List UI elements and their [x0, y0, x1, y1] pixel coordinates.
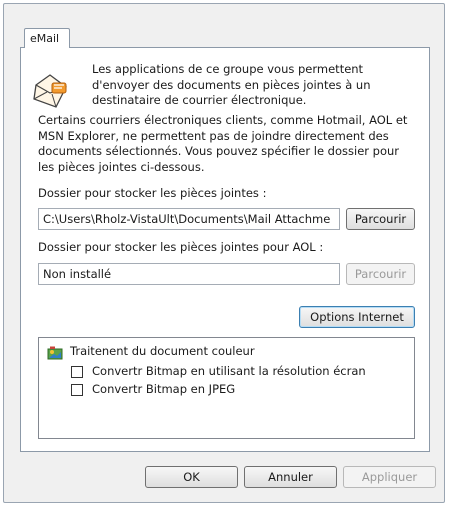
processing-title: Traitenent du document couleur: [70, 344, 255, 358]
description-text: Certains courriers électroniques clients…: [38, 113, 408, 174]
intro-text: Les applications de ce groupe vous perme…: [92, 62, 371, 107]
apply-button[interactable]: Appliquer: [343, 466, 436, 488]
attachments-folder-field[interactable]: C:\Users\Rholz-VistaUlt\Documents\Mail A…: [38, 208, 340, 230]
attachments-folder-label: Dossier pour stocker les pièces jointes …: [38, 186, 267, 200]
cancel-button[interactable]: Annuler: [244, 466, 337, 488]
aol-folder-label: Dossier pour stocker les pièces jointes …: [38, 240, 324, 254]
browse-attachments-button[interactable]: Parcourir: [346, 208, 415, 230]
email-properties-dialog: eMail Les applications de ce groupe vous…: [3, 3, 445, 503]
internet-options-button[interactable]: Options Internet: [299, 306, 415, 328]
convert-screen-resolution-label[interactable]: Convertr Bitmap en utilisant la résoluti…: [92, 364, 366, 378]
ok-button[interactable]: OK: [145, 466, 238, 488]
color-processing-options: Traitenent du document couleur Convertr …: [38, 337, 415, 439]
convert-screen-resolution-checkbox[interactable]: [71, 366, 83, 378]
convert-jpeg-label[interactable]: Convertr Bitmap en JPEG: [92, 382, 235, 396]
browse-aol-button[interactable]: Parcourir: [346, 263, 415, 285]
mail-envelope-icon: [33, 74, 67, 108]
aol-folder-field[interactable]: Non installé: [38, 263, 340, 285]
tab-email[interactable]: eMail: [24, 28, 70, 48]
color-document-icon: [47, 346, 63, 360]
convert-jpeg-checkbox[interactable]: [71, 384, 83, 396]
